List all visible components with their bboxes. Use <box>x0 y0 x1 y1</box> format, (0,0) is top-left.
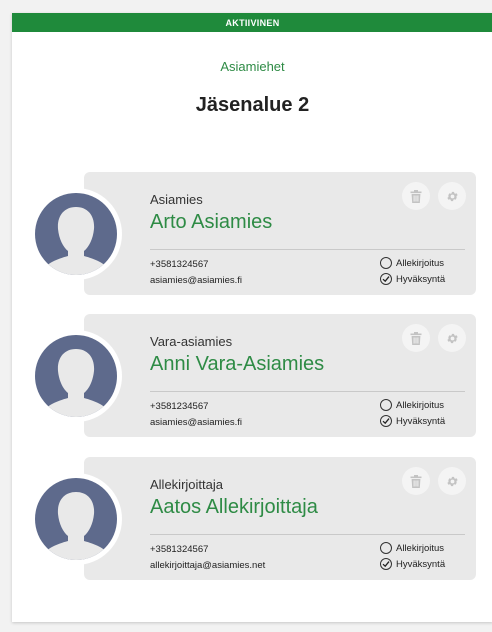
check-circle-icon <box>380 415 392 427</box>
gear-icon <box>446 333 458 343</box>
divider <box>150 534 465 535</box>
avatar <box>30 330 122 422</box>
approval-label: Hyväksyntä <box>396 558 446 570</box>
gear-icon <box>446 476 458 486</box>
agent-phone: +3581234567 <box>150 401 209 412</box>
trash-icon <box>410 331 422 345</box>
agent-role: Asiamies <box>150 192 203 207</box>
status-label: AKTIIVINEN <box>225 17 280 28</box>
agents-panel: AKTIIVINEN Asiamiehet Jäsenalue 2 Asiami… <box>12 13 492 622</box>
approval-label: Hyväksyntä <box>396 273 446 285</box>
trash-icon <box>410 474 422 488</box>
circle-icon <box>380 542 392 554</box>
agent-name: Anni Vara-Asiamies <box>150 353 325 375</box>
person-silhouette-icon <box>42 207 110 275</box>
approval-checkbox[interactable]: Hyväksyntä <box>380 558 445 570</box>
agent-name: Arto Asiamies <box>150 211 273 233</box>
gear-icon <box>446 191 458 201</box>
delete-button[interactable] <box>402 182 430 210</box>
signature-checkbox[interactable]: Allekirjoitus <box>380 542 444 554</box>
signature-label: Allekirjoitus <box>396 399 445 411</box>
agent-phone: +3581324567 <box>150 544 209 555</box>
approval-label: Hyväksyntä <box>396 415 446 427</box>
approval-checkbox[interactable]: Hyväksyntä <box>380 415 445 427</box>
avatar <box>30 473 122 565</box>
check-circle-icon <box>380 558 392 570</box>
avatar <box>30 188 122 280</box>
approval-checkbox[interactable]: Hyväksyntä <box>380 273 445 285</box>
signature-checkbox[interactable]: Allekirjoitus <box>380 399 444 411</box>
person-silhouette-icon <box>42 349 110 417</box>
agent-email: asiamies@asiamies.fi <box>150 417 243 428</box>
person-silhouette-icon <box>42 492 110 560</box>
agent-name: Aatos Allekirjoittaja <box>150 496 318 518</box>
agent-card: Vara-asiamies Anni Vara-Asiamies +358123… <box>30 314 476 437</box>
section-subtitle: Asiamiehet <box>220 59 285 74</box>
settings-button[interactable] <box>438 182 466 210</box>
agent-role: Vara-asiamies <box>150 334 233 349</box>
delete-button[interactable] <box>402 324 430 352</box>
agent-role: Allekirjoittaja <box>150 477 223 492</box>
status-banner: AKTIIVINEN <box>12 13 492 32</box>
settings-button[interactable] <box>438 324 466 352</box>
agent-email: allekirjoittaja@asiamies.net <box>150 560 266 571</box>
divider <box>150 391 465 392</box>
check-circle-icon <box>380 273 392 285</box>
delete-button[interactable] <box>402 467 430 495</box>
circle-icon <box>380 399 392 411</box>
agent-phone: +3581324567 <box>150 259 209 270</box>
agent-card: Allekirjoittaja Aatos Allekirjoittaja +3… <box>30 457 476 580</box>
circle-icon <box>380 257 392 269</box>
divider <box>150 249 465 250</box>
signature-label: Allekirjoitus <box>396 542 445 554</box>
agent-email: asiamies@asiamies.fi <box>150 275 243 286</box>
settings-button[interactable] <box>438 467 466 495</box>
page-title: Jäsenalue 2 <box>195 94 310 116</box>
agent-card: Asiamies Arto Asiamies +3581324567 asiam… <box>30 172 476 295</box>
signature-checkbox[interactable]: Allekirjoitus <box>380 257 444 269</box>
signature-label: Allekirjoitus <box>396 257 445 269</box>
trash-icon <box>410 189 422 203</box>
